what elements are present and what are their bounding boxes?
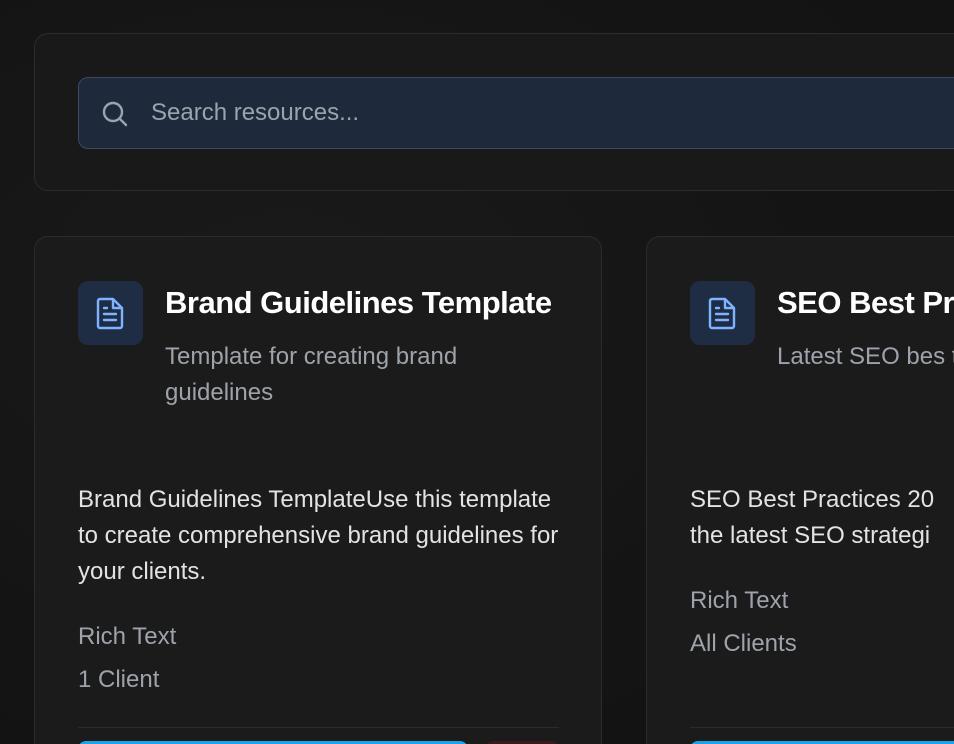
card-divider bbox=[690, 727, 954, 728]
card-description-line: SEO Best Practices 20 bbox=[690, 486, 935, 513]
resource-card[interactable]: Brand Guidelines Template Template for c… bbox=[34, 236, 602, 744]
document-icon-badge bbox=[690, 281, 755, 345]
resource-card[interactable]: SEO Best Pra Latest SEO bes trends SEO B… bbox=[646, 236, 954, 744]
card-description: SEO Best Practices 20 the latest SEO str… bbox=[690, 482, 954, 554]
document-icon bbox=[708, 297, 736, 330]
document-icon-badge bbox=[78, 281, 143, 345]
resources-page: Brand Guidelines Template Template for c… bbox=[0, 0, 954, 744]
resource-type: Rich Text bbox=[690, 587, 789, 614]
card-subtitle: Latest SEO bes trends bbox=[777, 343, 954, 370]
card-description: Brand Guidelines TemplateUse this templa… bbox=[78, 486, 559, 585]
client-count: 1 Client bbox=[78, 666, 160, 693]
card-subtitle: Template for creating brand guidelines bbox=[165, 343, 458, 406]
card-title: Brand Guidelines Template bbox=[165, 285, 552, 320]
document-icon bbox=[96, 297, 124, 330]
resource-type: Rich Text bbox=[78, 623, 177, 650]
search-panel bbox=[34, 33, 954, 191]
search-box[interactable] bbox=[78, 77, 954, 149]
search-input[interactable] bbox=[151, 78, 951, 148]
search-icon bbox=[102, 101, 128, 127]
card-description-line: the latest SEO strategi bbox=[690, 522, 931, 549]
card-divider bbox=[78, 727, 559, 728]
client-count: All Clients bbox=[690, 630, 797, 657]
card-title: SEO Best Pra bbox=[777, 285, 954, 320]
